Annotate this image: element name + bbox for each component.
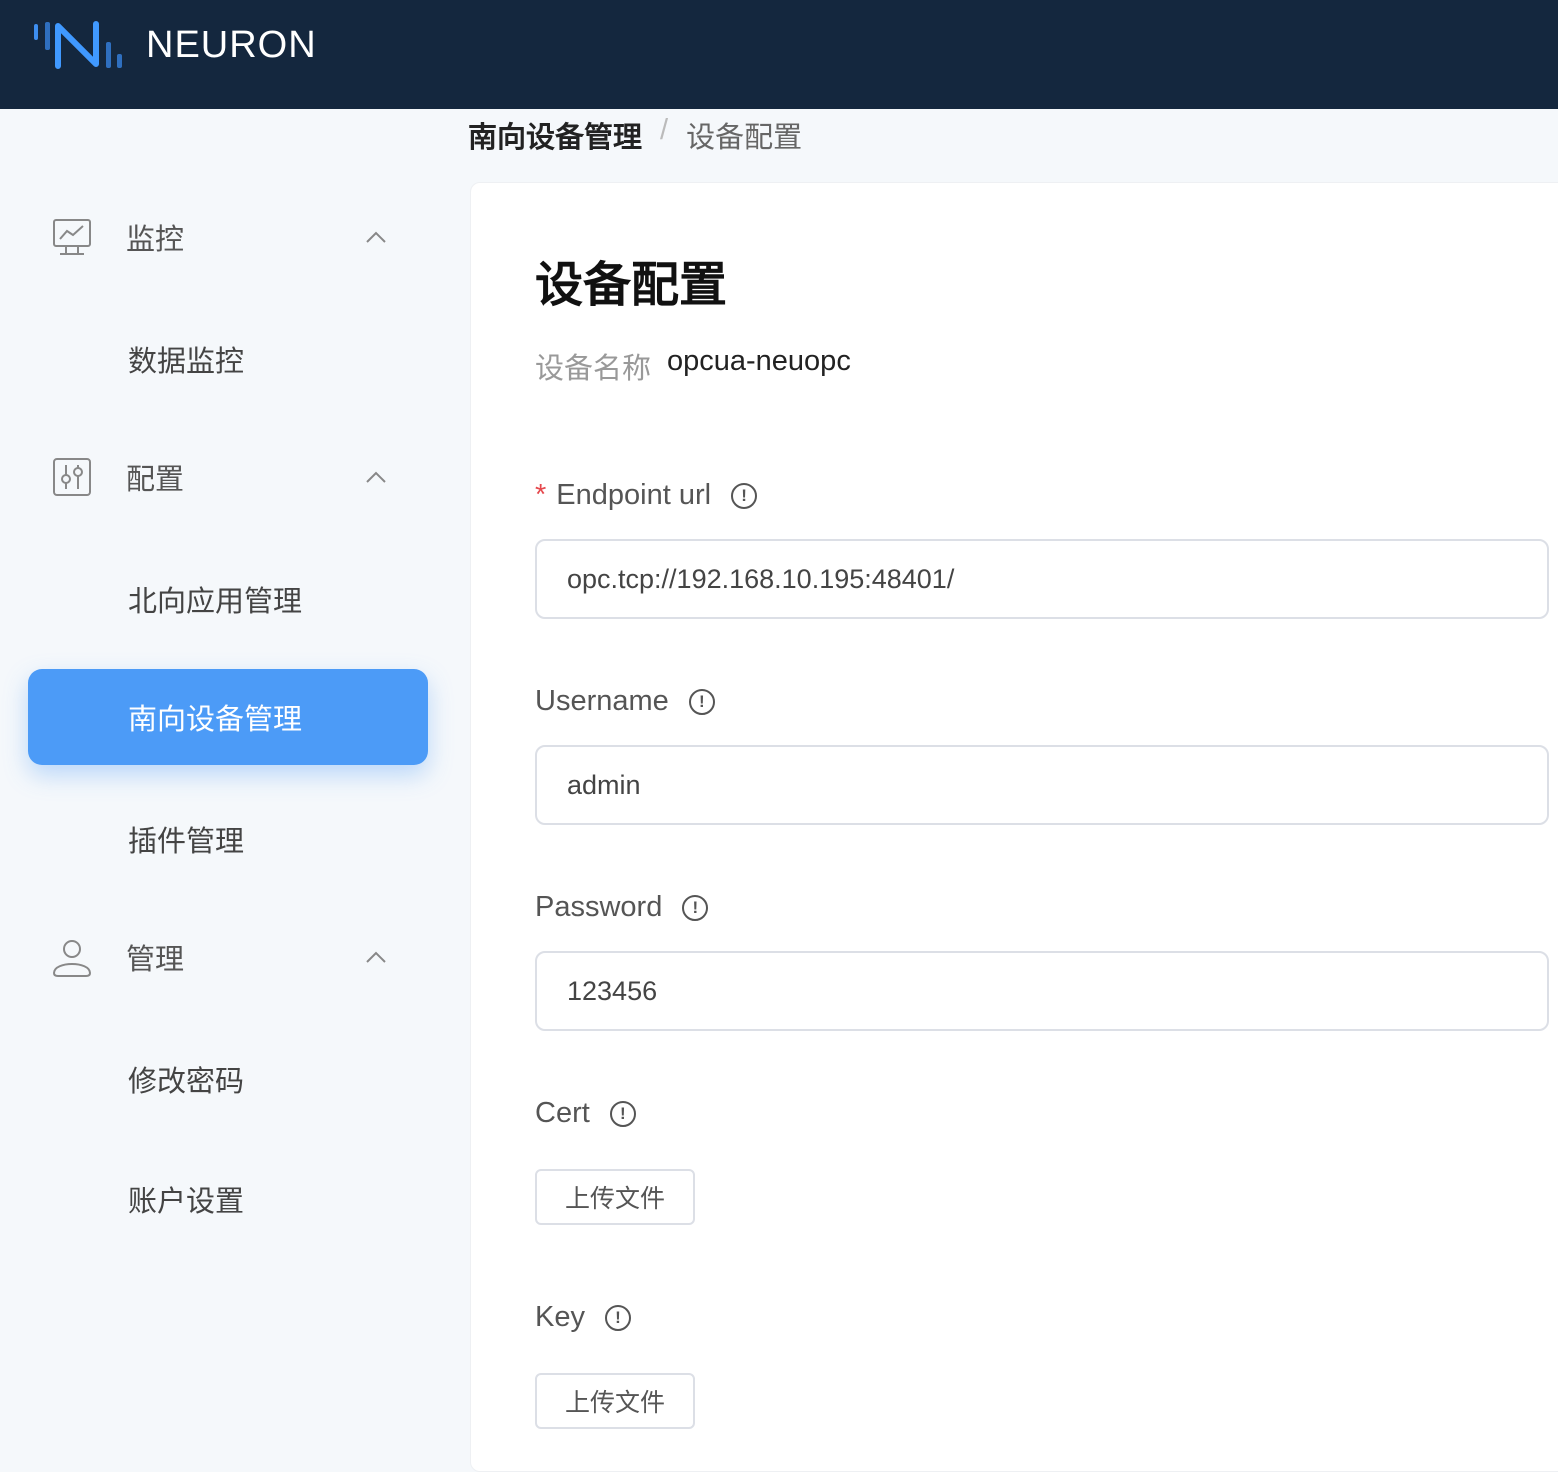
top-bar: NEURON [0, 0, 1558, 109]
sidebar-item-plugins[interactable]: 插件管理 [28, 791, 428, 887]
monitor-chart-icon [53, 219, 91, 255]
sidebar-item-south-devices[interactable]: 南向设备管理 [28, 669, 428, 765]
endpoint-url-input[interactable]: opc.tcp://192.168.10.195:48401/ [535, 539, 1549, 619]
page-title: 设备配置 [535, 259, 728, 312]
sidebar-group-admin[interactable]: 管理 [0, 927, 468, 987]
chevron-up-icon[interactable] [366, 951, 386, 963]
breadcrumb-current: 设备配置 [686, 122, 803, 154]
info-icon[interactable]: ! [604, 1304, 631, 1331]
sidebar-item-label: 北向应用管理 [128, 586, 303, 618]
sidebar-group-monitor[interactable]: 监控 [0, 207, 468, 267]
field-label: Endpoint url [556, 479, 712, 511]
sidebar-item-label: 账户设置 [128, 1186, 245, 1218]
cert-upload-button[interactable]: 上传文件 [535, 1169, 695, 1225]
info-icon[interactable]: ! [688, 688, 715, 715]
username-label: Username! [535, 685, 715, 718]
sidebar-item-data-monitor[interactable]: 数据监控 [28, 311, 428, 407]
breadcrumb-separator: / [660, 114, 669, 146]
sidebar-item-label: 南向设备管理 [128, 704, 303, 736]
info-icon[interactable]: ! [609, 1100, 636, 1127]
field-label: Username [535, 685, 669, 717]
device-config-card: 设备配置 设备名称 opcua-neuopc * Endpoint url! op… [470, 182, 1558, 1472]
username-input[interactable]: admin [535, 745, 1549, 825]
device-name-value: opcua-neuopc [667, 345, 851, 377]
sidebar-item-change-password[interactable]: 修改密码 [28, 1031, 428, 1127]
chevron-up-icon[interactable] [366, 231, 386, 243]
chevron-up-icon[interactable] [366, 471, 386, 483]
sidebar-group-label: 配置 [126, 464, 185, 496]
sidebar: 监控 数据监控 配置 北向应用管理 南向设备管理 插件管理 管理 修改密码 账户… [0, 109, 468, 1458]
sidebar-item-label: 插件管理 [128, 826, 245, 858]
sidebar-item-label: 修改密码 [128, 1066, 245, 1098]
required-mark: * [535, 479, 547, 511]
neuron-logo-icon [34, 21, 122, 69]
field-label: Key [535, 1301, 585, 1333]
breadcrumb-parent[interactable]: 南向设备管理 [468, 114, 642, 156]
sliders-icon [53, 458, 91, 496]
info-icon[interactable]: ! [682, 894, 709, 921]
password-label: Password! [535, 891, 709, 924]
device-name-label: 设备名称 [535, 353, 652, 385]
field-label: Cert [535, 1097, 590, 1129]
sidebar-item-account-settings[interactable]: 账户设置 [28, 1151, 428, 1247]
breadcrumb: 南向设备管理 / 设备配置 [468, 114, 802, 156]
sidebar-group-config[interactable]: 配置 [0, 447, 468, 507]
endpoint-url-label: * Endpoint url! [535, 479, 758, 512]
sidebar-group-label: 监控 [126, 224, 185, 256]
info-icon[interactable]: ! [731, 482, 758, 509]
user-icon [52, 940, 92, 977]
field-label: Password [535, 891, 663, 923]
brand-name: NEURON [146, 24, 317, 66]
cert-label: Cert! [535, 1097, 636, 1130]
sidebar-group-label: 管理 [126, 944, 185, 976]
key-label: Key! [535, 1301, 631, 1334]
key-upload-button[interactable]: 上传文件 [535, 1373, 695, 1429]
password-input[interactable]: 123456 [535, 951, 1549, 1031]
sidebar-item-north-apps[interactable]: 北向应用管理 [28, 551, 428, 647]
sidebar-item-label: 数据监控 [128, 346, 245, 378]
